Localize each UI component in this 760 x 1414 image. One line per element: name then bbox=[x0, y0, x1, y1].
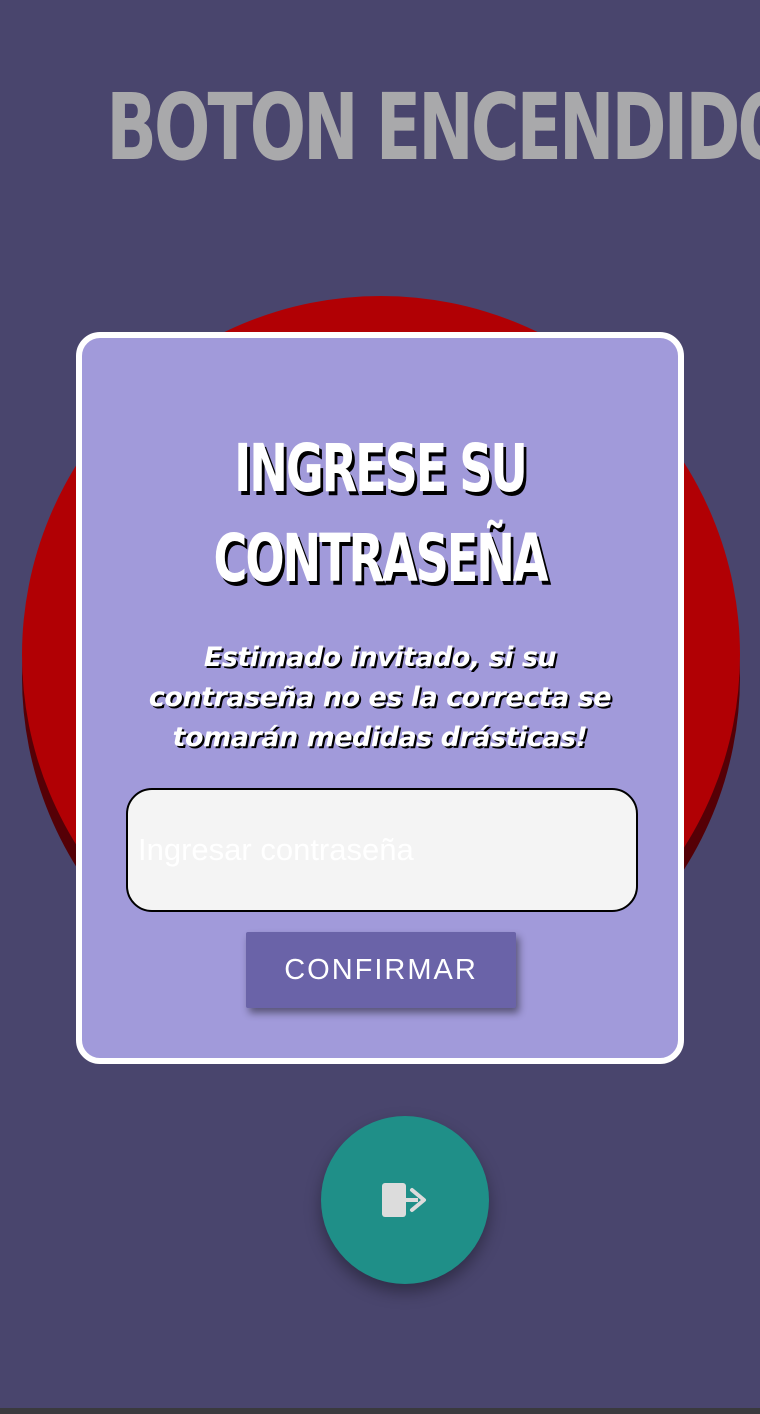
dialog-message: Estimado invitado, si su contraseña no e… bbox=[148, 642, 612, 753]
dialog-title-line2: CONTRASEÑA bbox=[213, 520, 549, 597]
bottom-strip bbox=[0, 1408, 760, 1414]
password-dialog: INGRESE SU CONTRASEÑA Estimado invitado,… bbox=[76, 332, 684, 1064]
exit-fab-button[interactable] bbox=[321, 1116, 489, 1284]
dialog-title: INGRESE SU CONTRASEÑA bbox=[171, 424, 588, 604]
app-title: BOTON ENCENDIDO bbox=[106, 74, 760, 181]
exit-icon bbox=[382, 1183, 426, 1217]
confirm-button[interactable]: CONFIRMAR bbox=[246, 932, 516, 1008]
dialog-title-line1: INGRESE SU bbox=[234, 430, 528, 507]
password-input[interactable] bbox=[126, 788, 638, 912]
